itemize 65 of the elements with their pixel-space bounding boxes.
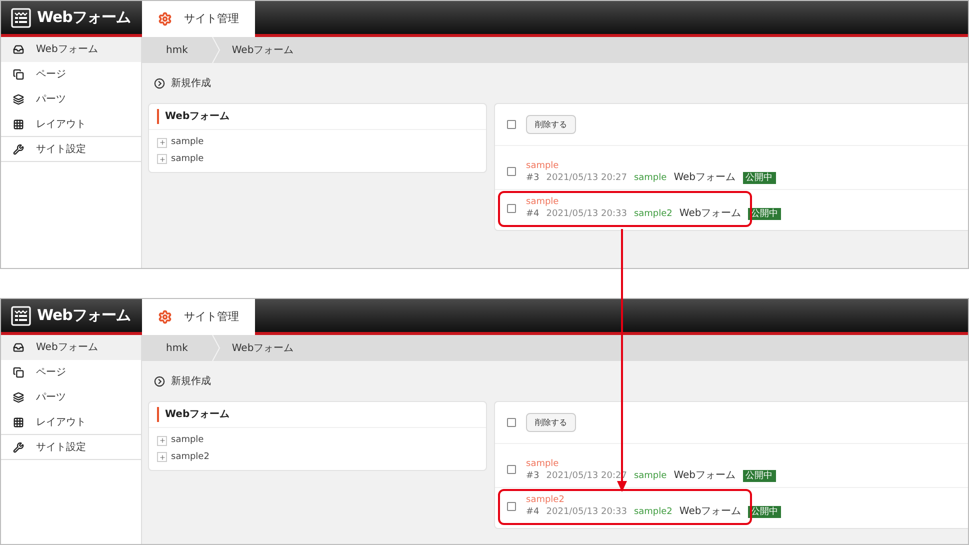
row-checkbox[interactable]	[507, 502, 516, 510]
grid-icon	[13, 118, 24, 130]
expand-toggle[interactable]	[157, 452, 167, 462]
form-author: sample	[634, 470, 667, 482]
form-type: Webフォーム	[679, 208, 742, 220]
row-checkbox[interactable]	[507, 204, 516, 212]
form-logo-icon	[11, 306, 31, 326]
sidebar-item[interactable]: Webフォーム	[1, 37, 141, 62]
delete-button[interactable]: 削除する	[526, 115, 576, 134]
form-type: Webフォーム	[674, 470, 736, 482]
card-title: Webフォーム	[157, 109, 230, 124]
settings-icon	[158, 310, 172, 324]
status-badge: 公開中	[748, 208, 782, 220]
wrench-icon	[13, 442, 24, 452]
form-date: 2021/05/13 20:33	[546, 208, 627, 220]
breadcrumb-link[interactable]: hmk	[142, 340, 212, 356]
circle-chevron-icon	[154, 376, 165, 387]
tray-icon	[13, 44, 24, 55]
expand-toggle[interactable]	[157, 138, 167, 148]
expand-toggle[interactable]	[157, 154, 167, 164]
row-checkbox[interactable]	[507, 167, 516, 176]
form-type: Webフォーム	[674, 172, 736, 184]
tray-icon	[13, 342, 24, 353]
sidebar-item[interactable]: Webフォーム	[1, 335, 141, 360]
app-logo-text: Webフォーム	[37, 305, 130, 326]
form-id: #4	[526, 506, 540, 518]
status-badge: 公開中	[742, 172, 776, 184]
site-admin-tab[interactable]: サイト管理	[142, 299, 255, 335]
select-all-checkbox[interactable]	[507, 418, 516, 427]
form-date: 2021/05/13 20:33	[546, 506, 627, 518]
breadcrumb-link[interactable]: hmk	[142, 42, 212, 58]
layers-icon	[13, 94, 24, 105]
breadcrumb-link[interactable]: Webフォーム	[220, 340, 306, 356]
form-author: sample2	[634, 208, 672, 220]
site-admin-tab[interactable]: サイト管理	[142, 1, 255, 37]
grid-icon	[13, 416, 24, 428]
delete-button[interactable]: 削除する	[526, 413, 576, 432]
form-date: 2021/05/13 20:27	[546, 172, 627, 184]
row-checkbox[interactable]	[507, 465, 516, 474]
tree-item[interactable]: sample	[171, 152, 204, 166]
new-create-link[interactable]: 新規作成	[171, 374, 211, 389]
expand-toggle[interactable]	[157, 436, 167, 446]
status-badge: 公開中	[748, 506, 782, 518]
tree-item[interactable]: sample2	[171, 450, 210, 464]
pages-icon	[13, 367, 24, 378]
settings-icon	[158, 12, 172, 26]
card-title: Webフォーム	[157, 407, 230, 422]
new-create-link[interactable]: 新規作成	[171, 76, 211, 91]
form-id: #4	[526, 208, 540, 220]
app-logo-text: Webフォーム	[37, 7, 130, 28]
tree-item[interactable]: sample	[171, 136, 204, 150]
form-author: sample2	[634, 506, 672, 518]
breadcrumb-link[interactable]: Webフォーム	[220, 42, 306, 58]
form-author: sample	[634, 172, 667, 184]
layers-icon	[13, 392, 24, 403]
status-badge: 公開中	[742, 470, 776, 482]
form-type: Webフォーム	[679, 506, 742, 518]
form-logo-icon	[11, 8, 31, 28]
tree-item[interactable]: sample	[171, 434, 204, 448]
form-id: #3	[526, 470, 540, 482]
select-all-checkbox[interactable]	[507, 120, 516, 129]
wrench-icon	[13, 144, 24, 154]
form-id: #3	[526, 172, 540, 184]
pages-icon	[13, 69, 24, 80]
circle-chevron-icon	[154, 78, 165, 89]
